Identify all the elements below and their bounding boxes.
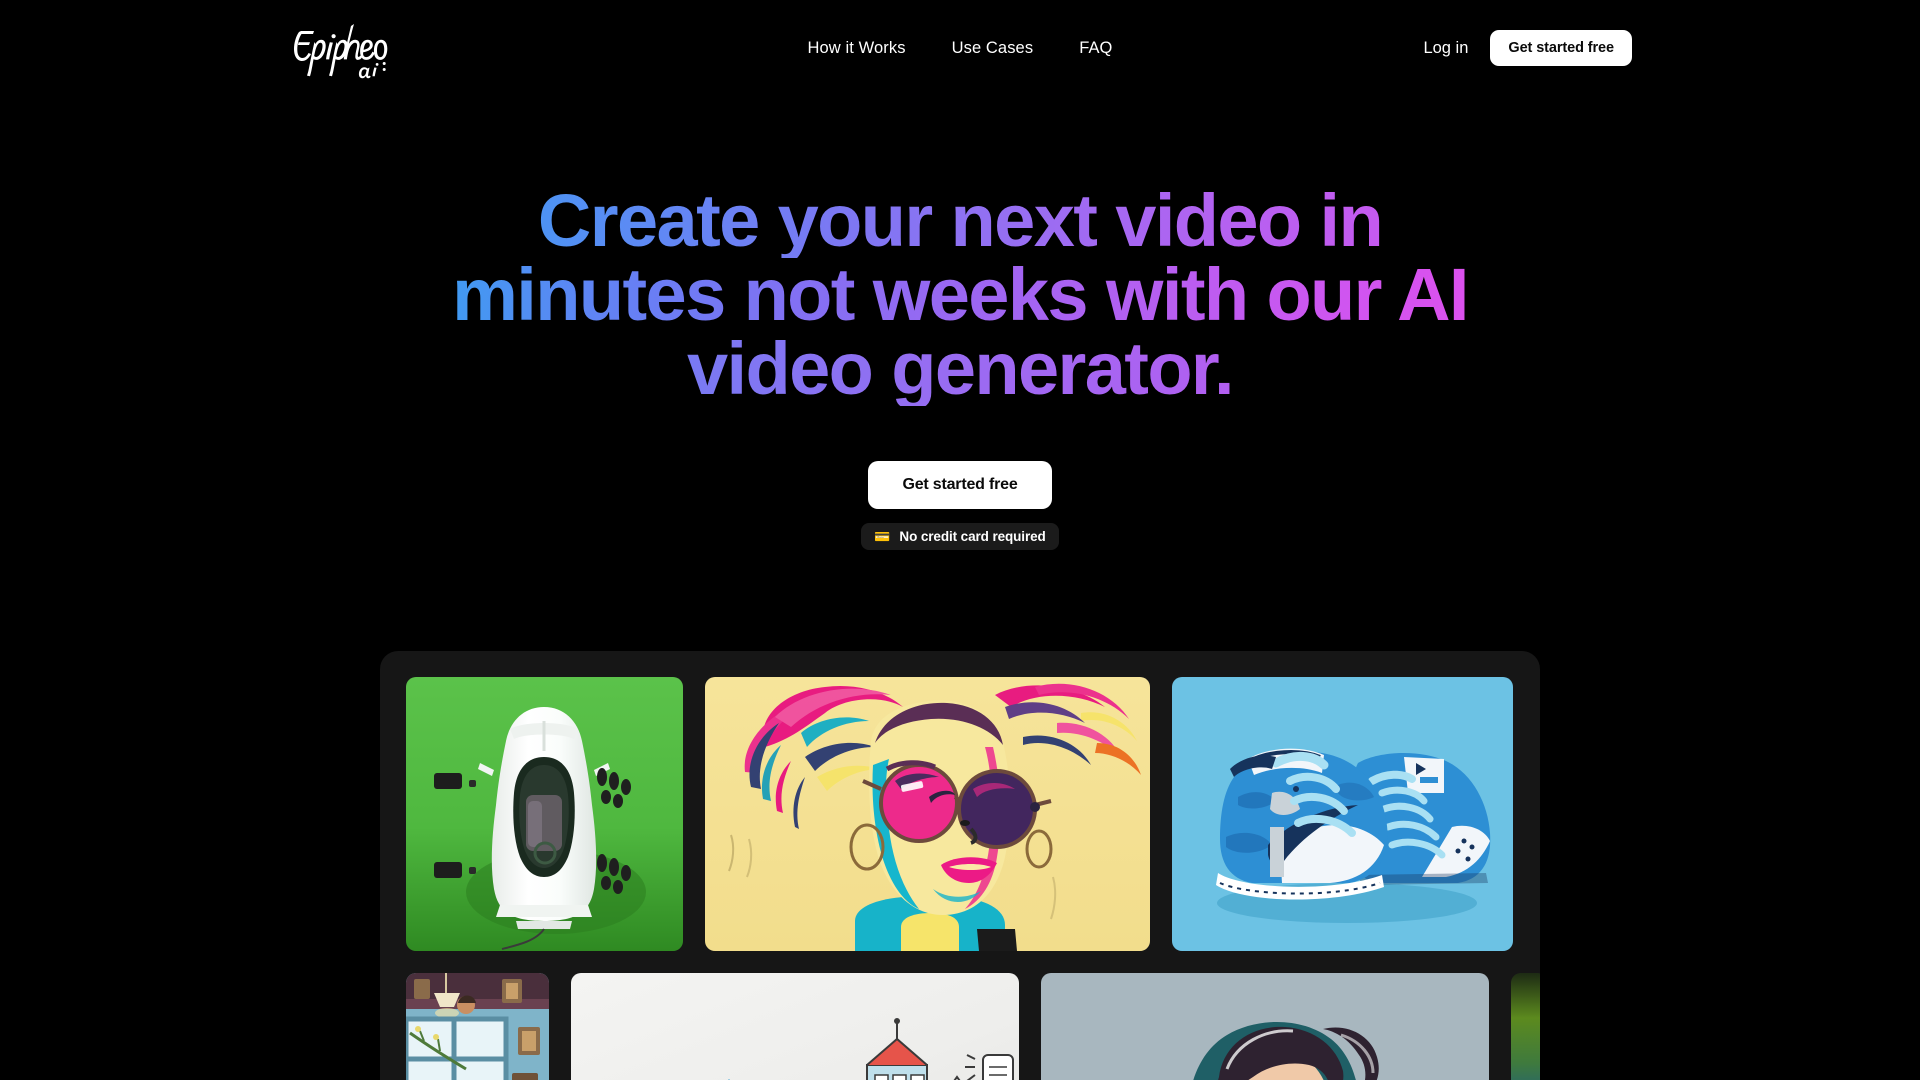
gallery-tile-cafe-interior-illustration[interactable] xyxy=(406,973,549,1080)
credit-card-icon: 💳 xyxy=(874,529,891,544)
gallery-row-2 xyxy=(406,973,1540,1080)
hero-headline-line-2: minutes not weeks with our AI xyxy=(440,258,1480,332)
landing-page: How it Works Use Cases FAQ Log in Get st… xyxy=(0,0,1920,1080)
popart-portrait-illustration xyxy=(705,677,1150,951)
header-actions: Log in Get started free xyxy=(1423,0,1632,96)
gallery-tile-whiteboard-doodle-animation[interactable] xyxy=(571,973,1019,1080)
login-link[interactable]: Log in xyxy=(1423,40,1468,57)
hero-get-started-free-button[interactable]: Get started free xyxy=(868,461,1052,509)
showcase-gallery-panel xyxy=(380,651,1540,1080)
gallery-tile-popart-woman-sunglasses[interactable] xyxy=(705,677,1150,951)
sneakers-illustration xyxy=(1172,677,1513,951)
nav-link-how-it-works[interactable]: How it Works xyxy=(808,40,906,57)
hero-headline: Create your next video in minutes not we… xyxy=(440,96,1480,406)
hero-headline-line-3: video generator. xyxy=(440,332,1480,406)
white-supercar-illustration xyxy=(406,677,683,951)
gallery-row-1 xyxy=(406,677,1514,951)
hero-section: Create your next video in minutes not we… xyxy=(0,96,1920,550)
no-credit-card-badge: 💳 No credit card required xyxy=(861,523,1059,550)
gallery-tile-cartoon-character-glasses[interactable] xyxy=(1041,973,1489,1080)
header-get-started-free-button[interactable]: Get started free xyxy=(1490,30,1632,66)
whiteboard-doodle-illustration xyxy=(571,973,1019,1080)
main-navigation: How it Works Use Cases FAQ xyxy=(0,0,1920,96)
site-header: How it Works Use Cases FAQ Log in Get st… xyxy=(0,0,1920,96)
cafe-interior-illustration xyxy=(406,973,549,1080)
nav-link-faq[interactable]: FAQ xyxy=(1079,40,1112,57)
no-credit-card-label: No credit card required xyxy=(899,529,1046,544)
nature-strip-illustration xyxy=(1511,973,1540,1080)
gallery-tile-nature-strip-thumbnail[interactable] xyxy=(1511,973,1540,1080)
hero-headline-line-1: Create your next video in xyxy=(440,184,1480,258)
gallery-tile-white-supercar-top-view-green[interactable] xyxy=(406,677,683,951)
cartoon-character-illustration xyxy=(1041,973,1489,1080)
nav-link-use-cases[interactable]: Use Cases xyxy=(952,40,1034,57)
gallery-tile-blue-sneakers-illustration[interactable] xyxy=(1172,677,1513,951)
hero-cta-group: Get started free 💳 No credit card requir… xyxy=(0,461,1920,550)
